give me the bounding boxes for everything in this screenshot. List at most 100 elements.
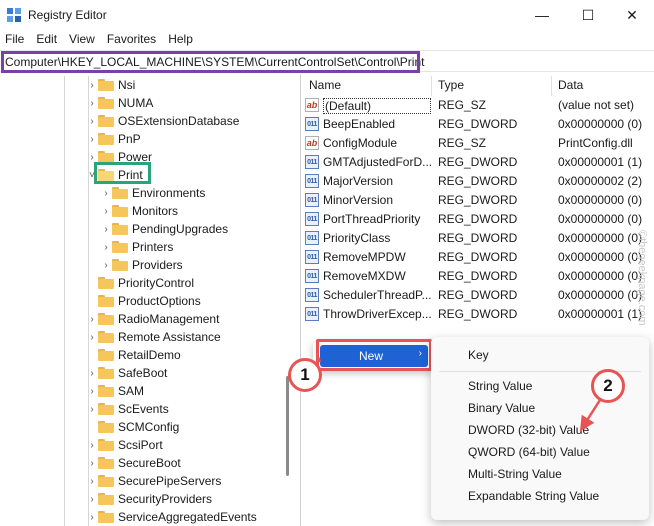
chevron-right-icon[interactable]: › xyxy=(100,202,112,220)
chevron-right-icon[interactable]: › xyxy=(86,490,98,508)
value-row[interactable]: 011 RemoveMXDW REG_DWORD 0x00000000 (0) xyxy=(301,267,654,286)
address-bar[interactable]: Computer\HKEY_LOCAL_MACHINE\SYSTEM\Curre… xyxy=(0,50,654,73)
tree-item[interactable]: › SecurePipeServers xyxy=(86,472,221,490)
tree-item[interactable]: › SecureBoot xyxy=(86,454,180,472)
minimize-button[interactable]: — xyxy=(520,0,564,30)
maximize-button[interactable]: ☐ xyxy=(566,0,610,30)
chevron-right-icon[interactable]: › xyxy=(100,256,112,274)
tree-item-label: ServiceAggregatedEvents xyxy=(118,510,257,524)
menu-file[interactable]: File xyxy=(0,30,30,48)
tree-item[interactable]: › Providers xyxy=(100,256,182,274)
tree-item[interactable]: › PendingUpgrades xyxy=(100,220,228,238)
close-button[interactable]: ✕ xyxy=(610,0,654,30)
submenu-dword-value[interactable]: DWORD (32-bit) Value xyxy=(468,423,589,437)
chevron-right-icon[interactable]: › xyxy=(100,184,112,202)
value-type: REG_DWORD xyxy=(438,117,518,131)
chevron-right-icon[interactable]: › xyxy=(86,400,98,418)
value-row[interactable]: ab ConfigModule REG_SZ PrintConfig.dll xyxy=(301,134,654,153)
value-name: MajorVersion xyxy=(323,174,394,188)
submenu-key[interactable]: Key xyxy=(468,348,489,362)
tree-scrollbar-thumb[interactable] xyxy=(286,376,289,476)
submenu-string-value[interactable]: String Value xyxy=(468,379,532,393)
tree-item[interactable]: › ServiceAggregatedEvents xyxy=(86,508,257,526)
value-type: REG_DWORD xyxy=(438,231,518,245)
tree-item[interactable]: › NUMA xyxy=(86,94,153,112)
value-data: (value not set) xyxy=(558,98,635,112)
value-row[interactable]: 011 RemoveMPDW REG_DWORD 0x00000000 (0) xyxy=(301,248,654,267)
chevron-right-icon[interactable] xyxy=(86,418,98,436)
tree-item[interactable]: › SAM xyxy=(86,382,144,400)
tree-scrollbar[interactable] xyxy=(284,76,294,526)
tree-item[interactable]: RetailDemo xyxy=(86,346,181,364)
chevron-right-icon[interactable]: › xyxy=(86,454,98,472)
chevron-right-icon[interactable]: › xyxy=(86,94,98,112)
tree-item[interactable]: › Nsi xyxy=(86,76,135,94)
tree-item-label: PnP xyxy=(118,132,141,146)
tree-item[interactable]: › ScEvents xyxy=(86,400,169,418)
chevron-right-icon[interactable]: › xyxy=(86,472,98,490)
tree-item[interactable]: › ScsiPort xyxy=(86,436,163,454)
chevron-right-icon[interactable] xyxy=(86,274,98,292)
column-header-name[interactable]: Name xyxy=(309,78,341,92)
value-row[interactable]: 011 GMTAdjustedForD... REG_DWORD 0x00000001… xyxy=(301,153,654,172)
submenu-binary-value[interactable]: Binary Value xyxy=(468,401,535,415)
menu-help[interactable]: Help xyxy=(162,30,199,48)
value-type: REG_DWORD xyxy=(438,307,518,321)
chevron-right-icon[interactable]: › xyxy=(86,112,98,130)
chevron-right-icon[interactable]: › xyxy=(86,130,98,148)
value-row[interactable]: 011 MajorVersion REG_DWORD 0x00000002 (2) xyxy=(301,172,654,191)
chevron-right-icon[interactable]: › xyxy=(86,436,98,454)
tree-item[interactable]: › Monitors xyxy=(100,202,178,220)
tree-item[interactable]: › Environments xyxy=(100,184,205,202)
chevron-right-icon[interactable]: › xyxy=(86,382,98,400)
tree-item[interactable]: › RadioManagement xyxy=(86,310,219,328)
menu-favorites[interactable]: Favorites xyxy=(101,30,162,48)
menu-view[interactable]: View xyxy=(63,30,101,48)
tree-item[interactable]: › Printers xyxy=(100,238,173,256)
tree-item[interactable]: PriorityControl xyxy=(86,274,194,292)
submenu-multi-string-value[interactable]: Multi-String Value xyxy=(468,467,562,481)
chevron-right-icon[interactable]: › xyxy=(100,220,112,238)
value-row[interactable]: ab (Default) REG_SZ (value not set) xyxy=(301,96,654,115)
chevron-right-icon[interactable]: › xyxy=(100,238,112,256)
column-header-type[interactable]: Type xyxy=(438,78,464,92)
chevron-right-icon[interactable]: › xyxy=(86,328,98,346)
column-header-data[interactable]: Data xyxy=(558,78,583,92)
tree-item[interactable]: SCMConfig xyxy=(86,418,179,436)
value-name: ThrowDriverExcep... xyxy=(323,307,431,321)
tree-item-label: Printers xyxy=(132,240,174,254)
tree-item[interactable]: ProductOptions xyxy=(86,292,201,310)
value-row[interactable]: 011 BeepEnabled REG_DWORD 0x00000000 (0) xyxy=(301,115,654,134)
tree-item-label: ScsiPort xyxy=(118,438,163,452)
submenu-qword-value[interactable]: QWORD (64-bit) Value xyxy=(468,445,590,459)
menu-edit[interactable]: Edit xyxy=(30,30,63,48)
column-divider[interactable] xyxy=(431,76,432,96)
registry-key-tree: › Nsi › NUMA › OSExtensionDatabase › PnP › Power ˅… xyxy=(0,76,284,526)
value-row[interactable]: 011 MinorVersion REG_DWORD 0x00000000 (0) xyxy=(301,191,654,210)
value-row[interactable]: 011 PriorityClass REG_DWORD 0x00000000 (0) xyxy=(301,229,654,248)
chevron-right-icon[interactable]: › xyxy=(86,364,98,382)
chevron-right-icon[interactable] xyxy=(86,346,98,364)
tree-item[interactable]: › PnP xyxy=(86,130,141,148)
chevron-right-icon[interactable]: › xyxy=(86,508,98,526)
chevron-right-icon[interactable]: › xyxy=(86,310,98,328)
value-row[interactable]: 011 PortThreadPriority REG_DWORD 0x00000000… xyxy=(301,210,654,229)
tree-item[interactable]: › OSExtensionDatabase xyxy=(86,112,239,130)
chevron-right-icon[interactable] xyxy=(86,292,98,310)
tree-item[interactable]: › SecurityProviders xyxy=(86,490,212,508)
chevron-right-icon[interactable]: › xyxy=(86,76,98,94)
value-row[interactable]: 011 SchedulerThreadP... REG_DWORD 0x0000000… xyxy=(301,286,654,305)
tree-item-label: RadioManagement xyxy=(118,312,220,326)
binary-value-icon: 011 xyxy=(305,307,319,321)
tree-item[interactable]: › SafeBoot xyxy=(86,364,167,382)
value-row[interactable]: 011 ThrowDriverExcep... REG_DWORD 0x0000000… xyxy=(301,305,654,324)
new-highlight-box xyxy=(316,339,432,371)
tree-item-label: RetailDemo xyxy=(118,348,181,362)
folder-icon xyxy=(98,349,114,361)
tree-item-label: ScEvents xyxy=(118,402,169,416)
column-divider[interactable] xyxy=(551,76,552,96)
registry-editor-icon xyxy=(7,8,21,22)
submenu-expandable-string-value[interactable]: Expandable String Value xyxy=(468,489,599,503)
tree-item[interactable]: › Remote Assistance xyxy=(86,328,220,346)
folder-icon xyxy=(98,79,114,91)
